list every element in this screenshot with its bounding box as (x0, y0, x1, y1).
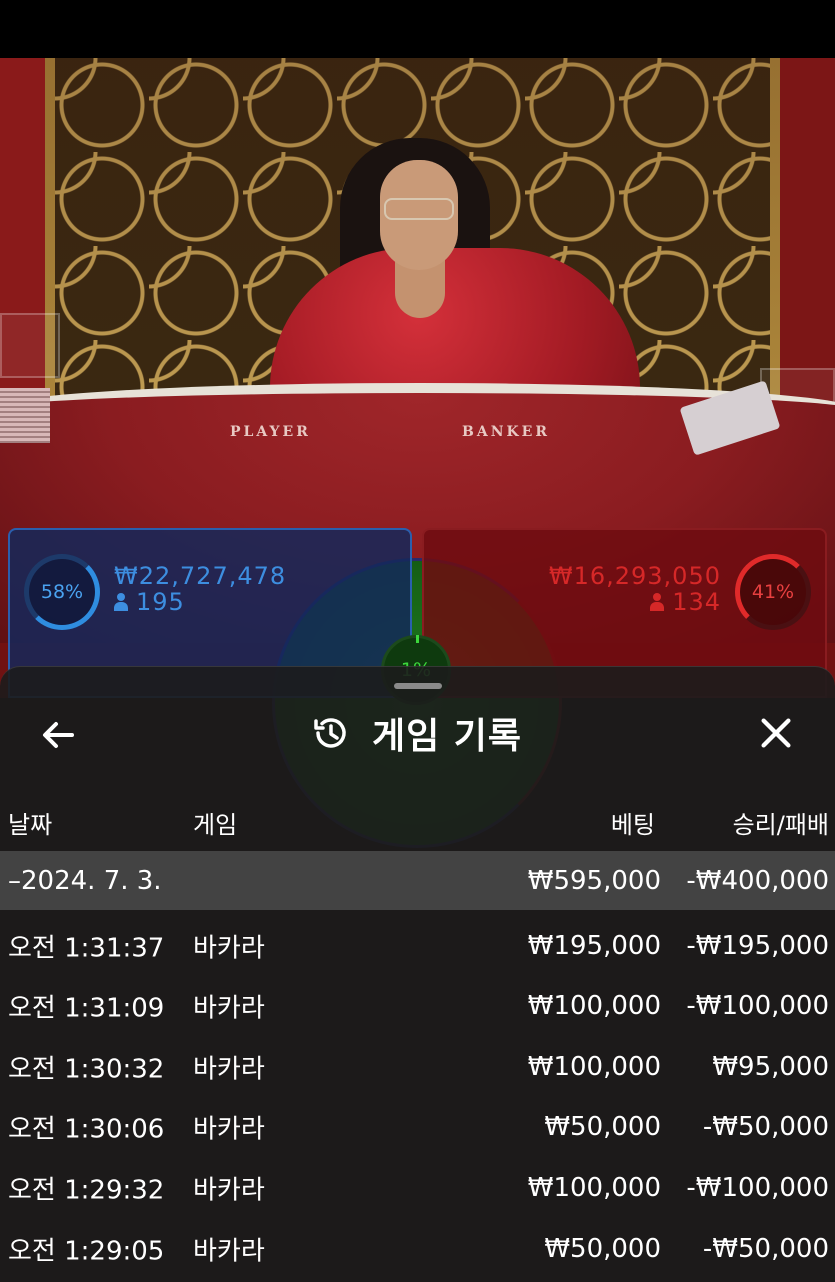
row-result: -₩100,000 (686, 991, 829, 1021)
banker-percent-ring: 41% (735, 554, 811, 630)
table-banker-label: BANKER (462, 424, 550, 440)
row-game: 바카라 (193, 1236, 265, 1267)
column-header-result: 승리/패배 (732, 811, 829, 839)
column-header-date: 날짜 (8, 811, 53, 839)
player-count-value: 195 (136, 588, 185, 616)
person-icon (650, 593, 665, 611)
row-bet: ₩195,000 (527, 931, 661, 961)
sheet-drag-handle[interactable] (394, 683, 442, 689)
row-result: -₩100,000 (686, 1173, 829, 1203)
column-header-bet: 베팅 (610, 811, 655, 839)
row-time: 오전 1:30:06 (8, 1114, 165, 1145)
date-group-bet-total: ₩595,000 (527, 865, 661, 896)
row-result: -₩50,000 (702, 1112, 829, 1142)
row-bet: ₩100,000 (527, 1052, 661, 1082)
history-row[interactable]: 오전 1:30:32 바카라 ₩100,000 ₩95,000 (0, 1037, 835, 1097)
table-player-label: PLAYER (230, 424, 311, 440)
row-game: 바카라 (193, 933, 265, 964)
row-time: 오전 1:29:32 (8, 1175, 165, 1206)
row-game: 바카라 (193, 1054, 265, 1085)
history-row[interactable]: 오전 1:30:06 바카라 ₩50,000 -₩50,000 (0, 1097, 835, 1157)
date-group-date: –2024. 7. 3. (8, 865, 162, 896)
row-result: -₩195,000 (686, 931, 829, 961)
status-bar (0, 0, 835, 58)
row-game: 바카라 (193, 993, 265, 1024)
discard-tray (0, 313, 60, 378)
history-icon (314, 718, 346, 748)
player-bettor-count: 195 (114, 588, 185, 616)
history-row[interactable]: 오전 1:29:05 바카라 ₩50,000 -₩50,000 (0, 1219, 835, 1279)
row-game: 바카라 (193, 1114, 265, 1145)
row-bet: ₩50,000 (544, 1112, 661, 1142)
date-group-result-total: -₩400,000 (686, 865, 829, 896)
dealer-glasses (384, 198, 454, 220)
sheet-header: 게임 기록 (310, 711, 522, 757)
game-history-sheet: 게임 기록 날짜 게임 베팅 승리/패배 –2024. 7. 3. ₩595,0… (0, 666, 835, 1282)
sheet-title: 게임 기록 (372, 716, 523, 757)
person-icon (114, 593, 128, 611)
history-row[interactable]: 오전 1:31:37 바카라 ₩195,000 -₩195,000 (0, 916, 835, 976)
row-bet: ₩100,000 (527, 991, 661, 1021)
player-total-amount: ₩22,727,478 (114, 562, 287, 590)
history-row[interactable]: 오전 1:31:09 바카라 ₩100,000 -₩100,000 (0, 976, 835, 1036)
back-arrow-icon (43, 722, 74, 748)
row-time: 오전 1:31:09 (8, 993, 165, 1024)
card-stack (0, 388, 50, 443)
banker-bettor-count: 134 (650, 588, 721, 616)
date-group-row[interactable]: –2024. 7. 3. ₩595,000 -₩400,000 (0, 851, 835, 910)
banker-count-value: 134 (672, 588, 721, 616)
row-result: ₩95,000 (712, 1052, 829, 1082)
row-time: 오전 1:29:05 (8, 1236, 165, 1267)
column-header-game: 게임 (193, 811, 238, 839)
player-percent-ring: 58% (24, 554, 100, 630)
close-button[interactable] (756, 713, 798, 755)
row-result: -₩50,000 (702, 1234, 829, 1264)
row-game: 바카라 (193, 1175, 265, 1206)
banker-total-amount: ₩16,293,050 (548, 562, 721, 590)
history-row[interactable]: 오전 1:29:32 바카라 ₩100,000 -₩100,000 (0, 1158, 835, 1218)
row-time: 오전 1:30:32 (8, 1054, 165, 1085)
row-time: 오전 1:31:37 (8, 933, 165, 964)
back-button[interactable] (38, 715, 78, 755)
row-bet: ₩100,000 (527, 1173, 661, 1203)
row-bet: ₩50,000 (544, 1234, 661, 1264)
close-icon (761, 718, 791, 748)
player-percent: 58% (40, 581, 84, 603)
banker-percent: 41% (751, 581, 795, 603)
